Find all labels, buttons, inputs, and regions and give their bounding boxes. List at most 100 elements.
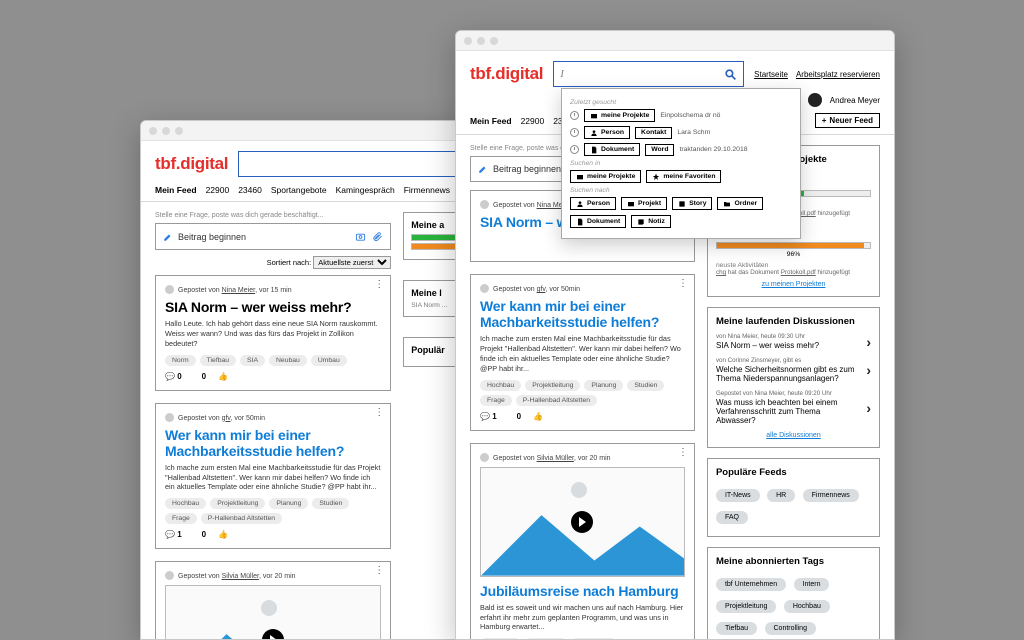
tag[interactable]: Norm <box>165 355 196 366</box>
brand-logo[interactable]: tbf.digital <box>470 64 543 84</box>
card-more-icon[interactable]: ⋮ <box>374 410 384 416</box>
type-dokument[interactable]: Dokument <box>570 215 626 228</box>
nav-firmennews[interactable]: Firmennews <box>404 185 450 195</box>
tag[interactable]: Studien <box>627 380 664 391</box>
recent-row[interactable]: meine Projekte Einpolschema dr nö <box>570 109 792 122</box>
chip-kontakt: Kontakt <box>635 127 672 139</box>
play-icon[interactable] <box>571 511 593 533</box>
post-meta: Gepostet von gfv, vor 50min <box>480 284 685 293</box>
sidebar-subscribed-tags: Meine abonnierten Tags tbf Unternehmen I… <box>707 547 880 640</box>
window-titlebar <box>456 31 894 51</box>
link-discussions[interactable]: alle Diskussionen <box>766 432 820 439</box>
compose-label: Beitrag beginnen <box>178 232 246 242</box>
sidebar-popular-feeds: Populäre Feeds IT-News HR Firmennews FAQ <box>707 458 880 537</box>
chip-dokument: Dokument <box>584 143 640 156</box>
recent-row[interactable]: Person Kontakt Lara Schm <box>570 126 792 139</box>
type-projekt[interactable]: Projekt <box>621 197 667 210</box>
compose-hint: Stelle eine Frage, poste was dich gerade… <box>155 212 391 219</box>
tag[interactable]: Studien <box>312 498 349 509</box>
card-more-icon[interactable]: ⋮ <box>678 450 688 456</box>
tag[interactable]: Planung <box>584 380 623 391</box>
tag[interactable]: Projektleitung <box>210 498 265 509</box>
tag[interactable]: Projektleitung <box>525 380 580 391</box>
card-more-icon[interactable]: ⋮ <box>374 282 384 288</box>
sun-icon <box>261 600 277 616</box>
tag[interactable]: Frage <box>480 395 512 406</box>
tag[interactable]: Hochbau <box>165 498 206 509</box>
tag-pill[interactable]: Tiefbau <box>716 622 757 635</box>
tag[interactable]: Frage <box>165 513 197 524</box>
recent-row[interactable]: Dokument Word traktanden 29.10.2018 <box>570 143 792 156</box>
post-title[interactable]: Jubiläumsreise nach Hamburg <box>480 583 685 599</box>
discussion-row[interactable]: von Corinne Zinsmeyer, gibt esWelche Sic… <box>716 357 871 383</box>
post-tags: Hochbau Projektleitung Planung Studien F… <box>165 498 381 524</box>
tag-pill[interactable]: Hochbau <box>784 600 830 613</box>
chevron-right-icon: › <box>866 334 871 350</box>
link-projects[interactable]: zu meinen Projekten <box>762 281 826 288</box>
media-placeholder[interactable] <box>165 585 381 640</box>
post-title[interactable]: Wer kann mir bei einer Machbarkeitsstudi… <box>165 427 381 459</box>
scope-label: Suchen in <box>570 160 792 167</box>
clock-icon <box>570 128 579 137</box>
new-feed-button[interactable]: Neuer Feed <box>815 113 880 128</box>
tag-pill[interactable]: tbf Unternehmen <box>716 578 786 591</box>
brand-logo[interactable]: tbf.digital <box>155 154 228 174</box>
post-title[interactable]: Wer kann mir bei einer Machbarkeitsstudi… <box>480 298 685 330</box>
feed-pill[interactable]: HR <box>767 489 795 502</box>
scope-meine-favoriten[interactable]: meine Favoriten <box>646 170 721 183</box>
feed-card: ⋮ Gepostet von Nina Meier, vor 15 min SI… <box>155 275 391 391</box>
camera-icon[interactable] <box>355 231 366 242</box>
feed-pill[interactable]: IT-News <box>716 489 760 502</box>
tag[interactable]: P-Hallenbad Altstetten <box>201 513 282 524</box>
tag[interactable]: Planung <box>269 498 308 509</box>
feed-pill[interactable]: FAQ <box>716 511 748 524</box>
type-ordner[interactable]: Ordner <box>717 197 763 210</box>
sidebar-discussions: Meine laufenden Diskussionen von Nina Me… <box>707 307 880 448</box>
nav-sportangebote[interactable]: Sportangebote <box>271 185 327 195</box>
search-input[interactable] <box>560 68 724 80</box>
post-tags: Hochbau Projektleitung Planung Studien F… <box>480 380 685 406</box>
discussion-row[interactable]: von Nina Meier, heute 09:30 UhrSIA Norm … <box>716 333 871 350</box>
nav-kamingespraech[interactable]: Kamingespräch <box>336 185 395 195</box>
tag[interactable]: SIA <box>240 355 265 366</box>
post-tags: Norm Tiefbau SIA Neubau Umbau <box>165 355 381 366</box>
chip-meine-projekte: meine Projekte <box>584 109 655 122</box>
clock-icon <box>570 145 579 154</box>
type-person[interactable]: Person <box>570 197 616 210</box>
link-arbeitsplatz[interactable]: Arbeitsplatz reservieren <box>796 70 880 79</box>
type-label: Suchen nach <box>570 187 792 194</box>
type-notiz[interactable]: Notiz <box>631 215 671 228</box>
card-more-icon[interactable]: ⋮ <box>678 281 688 287</box>
tag[interactable]: Tiefbau <box>200 355 236 366</box>
username[interactable]: Andrea Meyer <box>830 96 880 105</box>
media-placeholder[interactable] <box>480 467 685 577</box>
card-more-icon[interactable]: ⋮ <box>374 568 384 574</box>
tag-pill[interactable]: Projektleitung <box>716 600 776 613</box>
compose-box[interactable]: Beitrag beginnen <box>155 223 391 250</box>
feed-card: ⋮ Gepostet von gfv, vor 50min Wer kann m… <box>470 274 695 431</box>
tag[interactable]: Umbau <box>311 355 347 366</box>
nav-mein-feed[interactable]: Mein Feed <box>155 185 197 195</box>
tag-pill[interactable]: Controlling <box>765 622 816 635</box>
post-stats: 💬 00 👍 <box>165 372 381 381</box>
scope-meine-projekte[interactable]: meine Projekte <box>570 170 641 183</box>
sort-select[interactable]: Aktuellste zuerst <box>313 256 391 269</box>
avatar[interactable] <box>808 93 822 107</box>
nav-23460[interactable]: 23460 <box>238 185 262 195</box>
tag[interactable]: Neubau <box>269 355 307 366</box>
attachment-icon[interactable] <box>372 231 383 242</box>
activity-label: neuste Aktivitäten <box>716 262 871 269</box>
discussion-row[interactable]: Gepostet von Nina Meier, heute 09:20 Uhr… <box>716 390 871 425</box>
tag[interactable]: P-Hallenbad Altstetten <box>516 395 597 406</box>
link-startseite[interactable]: Startseite <box>754 70 788 79</box>
tag[interactable]: Hochbau <box>480 380 521 391</box>
type-story[interactable]: Story <box>672 197 712 210</box>
nav-mein-feed[interactable]: Mein Feed <box>470 116 512 126</box>
feed-card: ⋮ Gepostet von Silvia Müller, vor 20 min <box>155 561 391 640</box>
tag-pill[interactable]: Intern <box>794 578 830 591</box>
search-box[interactable] <box>553 61 744 87</box>
feed-pill[interactable]: Firmennews <box>803 489 859 502</box>
nav-22900[interactable]: 22900 <box>206 185 230 195</box>
nav-22900[interactable]: 22900 <box>521 116 545 126</box>
post-title[interactable]: SIA Norm – wer weiss mehr? <box>165 299 381 315</box>
